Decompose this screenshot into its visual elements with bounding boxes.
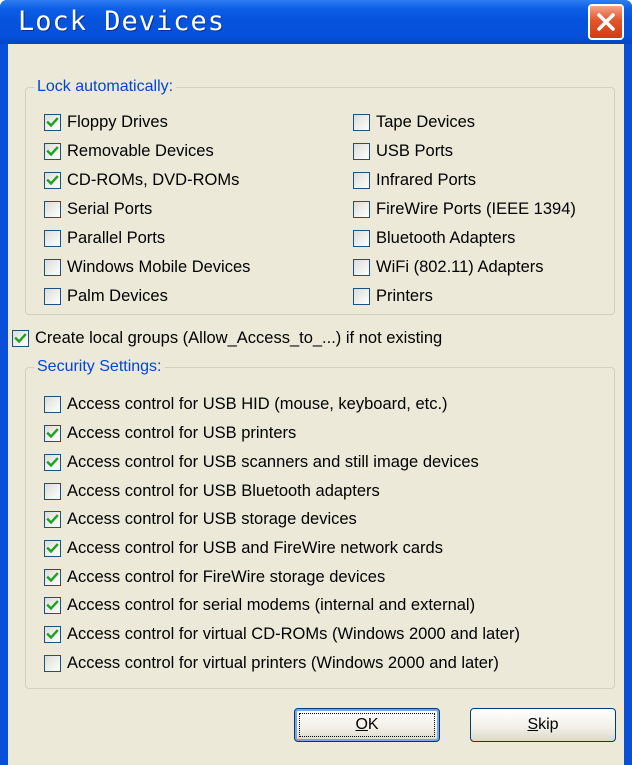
ok-button[interactable]: OK bbox=[294, 708, 440, 742]
checkbox-box[interactable] bbox=[44, 230, 61, 247]
checkbox-box[interactable] bbox=[353, 288, 370, 305]
checkbox-label: Access control for USB storage devices bbox=[67, 510, 357, 528]
checkbox-label: Printers bbox=[376, 287, 433, 305]
check-mark-icon bbox=[46, 428, 59, 439]
checkbox-box[interactable] bbox=[44, 483, 61, 500]
checkbox-box[interactable] bbox=[44, 511, 61, 528]
checkbox-box[interactable] bbox=[44, 425, 61, 442]
checkbox-label: Access control for USB Bluetooth adapter… bbox=[67, 482, 380, 500]
checkbox-box[interactable] bbox=[44, 569, 61, 586]
checkbox-label: Access control for virtual printers (Win… bbox=[67, 654, 499, 672]
title-bar[interactable]: Lock Devices bbox=[0, 0, 632, 44]
check-mark-icon bbox=[46, 572, 59, 583]
check-mark-icon bbox=[46, 514, 59, 525]
check-mark-icon bbox=[46, 117, 59, 128]
checkbox-box[interactable] bbox=[44, 172, 61, 189]
checkbox-label: Parallel Ports bbox=[67, 229, 166, 247]
checkbox-box[interactable] bbox=[353, 172, 370, 189]
checkbox-box[interactable] bbox=[44, 540, 61, 557]
checkbox-label: Access control for FireWire storage devi… bbox=[67, 568, 386, 586]
checkbox-box[interactable] bbox=[44, 259, 61, 276]
checkbox-box[interactable] bbox=[44, 201, 61, 218]
checkbox-label: FireWire Ports (IEEE 1394) bbox=[376, 200, 576, 218]
focus-rect bbox=[299, 713, 435, 737]
window-title: Lock Devices bbox=[18, 6, 226, 37]
checkbox-box[interactable] bbox=[44, 288, 61, 305]
close-button[interactable] bbox=[588, 4, 624, 40]
checkbox-label: Floppy Drives bbox=[67, 113, 168, 131]
checkbox-box[interactable] bbox=[353, 114, 370, 131]
checkbox-label: Access control for USB and FireWire netw… bbox=[67, 539, 443, 557]
checkbox-label: Removable Devices bbox=[67, 142, 214, 160]
checkbox-box[interactable] bbox=[44, 626, 61, 643]
check-mark-icon bbox=[46, 629, 59, 640]
close-icon bbox=[597, 13, 615, 31]
check-mark-icon bbox=[46, 543, 59, 554]
checkbox-box[interactable] bbox=[353, 230, 370, 247]
check-mark-icon bbox=[14, 333, 27, 344]
checkbox-box[interactable] bbox=[44, 143, 61, 160]
checkbox-label: CD-ROMs, DVD-ROMs bbox=[67, 171, 240, 189]
check-mark-icon bbox=[46, 600, 59, 611]
checkbox-box[interactable] bbox=[44, 454, 61, 471]
checkbox-box[interactable] bbox=[353, 259, 370, 276]
checkbox-box[interactable] bbox=[353, 201, 370, 218]
checkbox-box[interactable] bbox=[44, 396, 61, 413]
checkbox-label: Access control for USB printers bbox=[67, 424, 297, 442]
check-mark-icon bbox=[46, 175, 59, 186]
checkbox-label: Access control for serial modems (intern… bbox=[67, 596, 476, 614]
skip-mnemonic: S bbox=[527, 716, 539, 733]
checkbox-box[interactable] bbox=[353, 143, 370, 160]
checkbox-label: Create local groups (Allow_Access_to_...… bbox=[35, 329, 443, 347]
checkbox-label: Infrared Ports bbox=[376, 171, 476, 189]
checkbox-label: Access control for virtual CD-ROMs (Wind… bbox=[67, 625, 520, 643]
checkbox-label: Serial Ports bbox=[67, 200, 153, 218]
checkbox-box[interactable] bbox=[44, 655, 61, 672]
skip-label-rest: kip bbox=[538, 716, 559, 733]
checkbox-label: Windows Mobile Devices bbox=[67, 258, 251, 276]
dialog-body: Lock automatically: Floppy Drives Remova… bbox=[8, 44, 624, 765]
checkbox-box[interactable] bbox=[44, 597, 61, 614]
checkbox-label: WiFi (802.11) Adapters bbox=[376, 258, 544, 276]
check-mark-icon bbox=[46, 146, 59, 157]
check-mark-icon bbox=[46, 457, 59, 468]
checkbox-label: USB Ports bbox=[376, 142, 454, 160]
checkbox-box[interactable] bbox=[44, 114, 61, 131]
checkbox-label: Bluetooth Adapters bbox=[376, 229, 516, 247]
checkbox-label: Access control for USB HID (mouse, keybo… bbox=[67, 395, 448, 413]
lock-devices-window: Lock Devices Lock automatically: Floppy … bbox=[0, 0, 632, 765]
skip-button[interactable]: Skip bbox=[470, 708, 616, 742]
checkbox-label: Palm Devices bbox=[67, 287, 168, 305]
checkbox-label: Access control for USB scanners and stil… bbox=[67, 453, 479, 471]
lock-automatically-legend: Lock automatically: bbox=[34, 78, 177, 96]
checkbox-box[interactable] bbox=[12, 330, 29, 347]
security-settings-legend: Security Settings: bbox=[34, 358, 165, 376]
checkbox-label: Tape Devices bbox=[376, 113, 476, 131]
